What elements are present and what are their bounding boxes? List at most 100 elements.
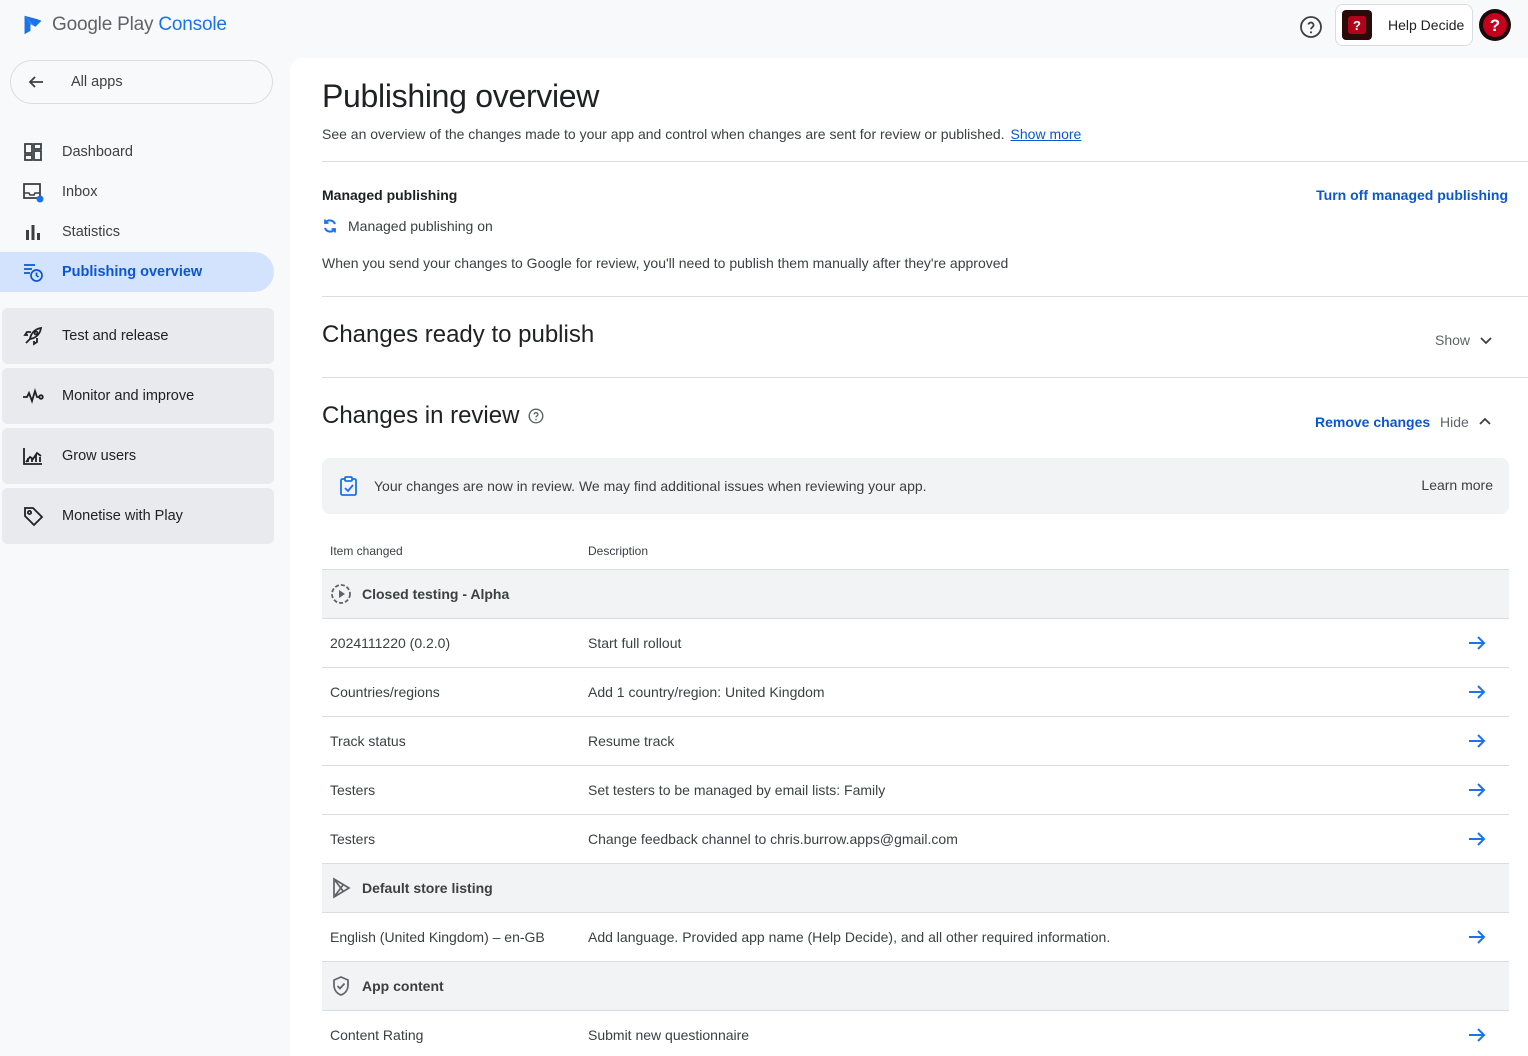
changes-in-review-heading-text: Changes in review: [322, 402, 520, 429]
app-icon: ?: [1342, 10, 1372, 40]
vitals-icon: [22, 385, 44, 407]
sidebar-group-monetise-with-play[interactable]: Monetise with Play: [2, 488, 274, 544]
managed-publishing-status: Managed publishing on: [322, 218, 493, 234]
review-info-banner: Your changes are now in review. We may f…: [322, 458, 1509, 514]
managed-publishing-note: When you send your changes to Google for…: [322, 255, 1009, 271]
divider: [322, 377, 1528, 378]
app-name: Help Decide: [1388, 17, 1465, 33]
arrow-forward-icon[interactable]: [1467, 633, 1487, 653]
arrow-forward-icon[interactable]: [1467, 829, 1487, 849]
sidebar-item-dashboard[interactable]: Dashboard: [0, 132, 274, 172]
sidebar-item-label: Dashboard: [62, 144, 133, 160]
description-cell: Resume track: [588, 733, 675, 749]
clipboard-check-icon: [338, 475, 360, 497]
all-apps-button[interactable]: All apps: [10, 60, 273, 104]
changes-in-review-heading: Changes in review: [322, 402, 544, 430]
group-header-app-content: App content: [322, 962, 1509, 1011]
tag-icon: [22, 505, 44, 527]
toggle-label: Hide: [1440, 414, 1469, 430]
group-header-default-store-listing: Default store listing: [322, 864, 1509, 913]
app-switcher[interactable]: ? Help Decide: [1335, 4, 1473, 46]
sidebar: All apps Dashboard Inbox Statistics Publ…: [0, 58, 290, 1056]
group-title: App content: [362, 978, 444, 994]
sidebar-group-monitor-and-improve[interactable]: Monitor and improve: [2, 368, 274, 424]
toggle-label: Show: [1435, 332, 1471, 348]
changes-ready-heading-text: Changes ready to publish: [322, 321, 595, 348]
sidebar-group-test-and-release[interactable]: Test and release: [2, 308, 274, 364]
description-cell: Add 1 country/region: United Kingdom: [588, 684, 825, 700]
page-description: See an overview of the changes made to y…: [322, 126, 1081, 142]
sidebar-group-label: Monitor and improve: [62, 388, 195, 404]
group-title: Closed testing - Alpha: [362, 586, 510, 602]
account-avatar[interactable]: ?: [1479, 9, 1511, 41]
review-banner-text: Your changes are now in review. We may f…: [374, 478, 927, 494]
table-row[interactable]: Countries/regions Add 1 country/region: …: [322, 668, 1509, 717]
table-row[interactable]: Track status Resume track: [322, 717, 1509, 766]
closed-testing-icon: [330, 583, 352, 605]
item-cell: English (United Kingdom) – en-GB: [330, 929, 545, 945]
changes-in-review-hide-toggle[interactable]: Hide: [1440, 414, 1493, 430]
changes-ready-heading: Changes ready to publish: [322, 321, 594, 349]
description-cell: Add language. Provided app name (Help De…: [588, 929, 1111, 945]
page-title: Publishing overview: [322, 78, 600, 114]
table-header: Item changed Description: [322, 532, 1509, 570]
arrow-forward-icon[interactable]: [1467, 1025, 1487, 1045]
arrow-forward-icon[interactable]: [1467, 682, 1487, 702]
sidebar-group-label: Monetise with Play: [62, 508, 183, 524]
arrow-back-icon: [25, 71, 47, 93]
item-cell: Testers: [330, 831, 376, 847]
sidebar-item-publishing-overview[interactable]: Publishing overview: [0, 252, 274, 292]
sidebar-item-label: Inbox: [62, 184, 98, 200]
turn-off-managed-publishing-button[interactable]: Turn off managed publishing: [1316, 187, 1508, 203]
help-icon[interactable]: [1299, 15, 1323, 39]
item-cell: 2024111220 (0.2.0): [330, 635, 451, 651]
arrow-forward-icon[interactable]: [1467, 731, 1487, 751]
managed-publishing-heading: Managed publishing: [322, 187, 458, 203]
statistics-icon: [22, 221, 44, 243]
show-more-link[interactable]: Show more: [1011, 126, 1082, 142]
rocket-icon: [22, 325, 44, 347]
table-row[interactable]: Testers Change feedback channel to chris…: [322, 815, 1509, 864]
play-console-logo-icon: [22, 14, 44, 36]
chevron-up-icon: [1477, 414, 1493, 430]
learn-more-link[interactable]: Learn more: [1421, 477, 1493, 493]
dashboard-icon: [22, 141, 44, 163]
column-header-description: Description: [588, 543, 649, 558]
play-console-logo[interactable]: Google Play Console: [22, 14, 227, 36]
changes-ready-show-toggle[interactable]: Show: [1435, 332, 1494, 348]
sync-icon: [322, 218, 338, 234]
column-header-item: Item changed: [330, 543, 403, 558]
changes-table: Item changed Description Closed testing …: [322, 532, 1509, 1056]
play-store-icon: [330, 877, 352, 899]
table-row[interactable]: Content Rating Submit new questionnaire: [322, 1011, 1509, 1056]
sidebar-item-statistics[interactable]: Statistics: [0, 212, 274, 252]
table-row[interactable]: 2024111220 (0.2.0) Start full rollout: [322, 619, 1509, 668]
description-cell: Set testers to be managed by email lists…: [588, 782, 886, 798]
sidebar-group-label: Grow users: [62, 448, 137, 464]
sidebar-item-label: Publishing overview: [62, 264, 203, 280]
arrow-forward-icon[interactable]: [1467, 927, 1487, 947]
remove-changes-button[interactable]: Remove changes: [1315, 414, 1430, 430]
managed-publishing-status-text: Managed publishing on: [348, 218, 493, 234]
main-content: Publishing overview See an overview of t…: [290, 58, 1528, 1056]
sidebar-group-grow-users[interactable]: Grow users: [2, 428, 274, 484]
group-header-closed-testing: Closed testing - Alpha: [322, 570, 1509, 619]
item-cell: Testers: [330, 782, 376, 798]
item-cell: Track status: [330, 733, 406, 749]
chevron-down-icon: [1478, 332, 1494, 348]
all-apps-label: All apps: [71, 74, 123, 90]
item-cell: Countries/regions: [330, 684, 440, 700]
table-row[interactable]: English (United Kingdom) – en-GB Add lan…: [322, 913, 1509, 962]
table-row[interactable]: Testers Set testers to be managed by ema…: [322, 766, 1509, 815]
help-outline-icon[interactable]: [527, 408, 544, 425]
group-title: Default store listing: [362, 880, 493, 896]
arrow-forward-icon[interactable]: [1467, 780, 1487, 800]
sidebar-group-label: Test and release: [62, 328, 169, 344]
sidebar-item-inbox[interactable]: Inbox: [0, 172, 274, 212]
divider: [322, 296, 1528, 297]
grow-icon: [22, 445, 44, 467]
logo-text: Google Play Console: [52, 14, 227, 35]
svg-text:?: ?: [1353, 18, 1361, 33]
sidebar-item-label: Statistics: [62, 224, 121, 240]
top-bar: Google Play Console ? Help Decide ?: [0, 0, 1528, 58]
